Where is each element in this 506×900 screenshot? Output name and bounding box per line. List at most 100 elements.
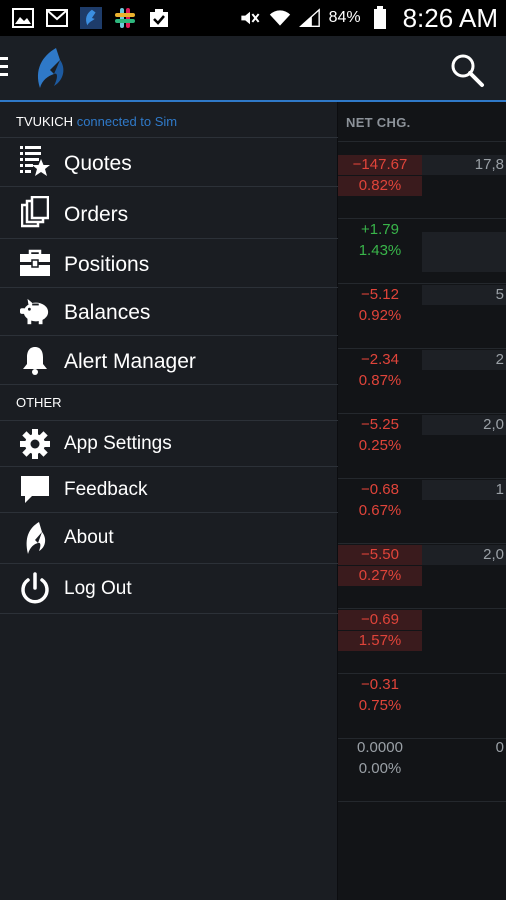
net-change-value: −5.50: [338, 545, 422, 565]
volume-cell: 2,0: [422, 415, 506, 435]
divider: [0, 613, 338, 614]
volume-cell: [422, 232, 506, 272]
row-divider: [338, 413, 506, 414]
power-icon: [20, 572, 50, 604]
menu-item-orders[interactable]: Orders: [0, 187, 338, 238]
net-change-value: −0.69: [338, 610, 422, 630]
table-row[interactable]: −147.67 0.82% 17,8: [338, 155, 506, 219]
net-change-value: −147.67: [338, 155, 422, 175]
net-change-value: −0.68: [361, 481, 399, 498]
gallery-icon: [12, 7, 34, 29]
volume-cell: 2: [422, 350, 506, 370]
net-change-percent: 0.75%: [358, 697, 402, 714]
clock: 8:26 AM: [402, 2, 498, 33]
menu-item-alert-manager[interactable]: Alert Manager: [0, 336, 338, 384]
briefcase-icon: [20, 248, 50, 278]
piggy-bank-icon: [20, 297, 50, 327]
quotes-star-list-icon: [20, 146, 50, 176]
checklist-icon: [148, 7, 170, 29]
notification-icons: [12, 5, 170, 31]
menu-item-balances[interactable]: Balances: [0, 288, 338, 335]
net-change-value: −5.25: [361, 416, 399, 433]
net-change-percent: 0.92%: [358, 307, 402, 324]
row-divider: [338, 478, 506, 479]
table-row[interactable]: −5.12 0.92% 5: [338, 285, 506, 349]
menu-label: Orders: [64, 203, 129, 226]
menu-label: About: [64, 527, 114, 548]
row-divider: [338, 608, 506, 609]
status-bar: 84% 8:26 AM: [0, 0, 506, 36]
gear-icon: [20, 429, 50, 459]
menu-item-positions[interactable]: Positions: [0, 239, 338, 287]
net-change-percent: 0.67%: [358, 502, 402, 519]
net-change-header: NET CHG.: [346, 115, 411, 130]
menu-label: App Settings: [64, 433, 172, 454]
username: TVUKICH: [16, 114, 74, 129]
menu-item-feedback[interactable]: Feedback: [0, 467, 338, 512]
row-divider: [338, 543, 506, 544]
system-icons: 84% 8:26 AM: [239, 0, 498, 36]
volume-cell: 5: [422, 285, 506, 305]
net-change-percent: 0.25%: [358, 437, 402, 454]
orders-documents-icon: [20, 196, 50, 228]
net-change-percent: 0.27%: [338, 566, 422, 586]
menu-icon[interactable]: [0, 57, 8, 79]
battery-percent: 84%: [328, 9, 361, 26]
row-divider: [338, 801, 506, 802]
app-notification-icon: [80, 7, 102, 29]
connection-status: connected to Sim: [76, 114, 178, 129]
net-change-percent: 1.57%: [338, 631, 422, 651]
table-row[interactable]: −0.68 0.67% 1: [338, 480, 506, 544]
table-row[interactable]: −0.69 1.57%: [338, 610, 506, 674]
volume-cell: [422, 610, 506, 630]
battery-icon: [369, 6, 391, 29]
app-logo-icon[interactable]: [30, 46, 72, 92]
net-change-value: −0.31: [361, 676, 399, 693]
section-header-other: OTHER: [16, 395, 62, 410]
volume-cell: [422, 675, 506, 695]
volume-cell: 1: [422, 480, 506, 500]
table-row[interactable]: −5.25 0.25% 2,0: [338, 415, 506, 479]
menu-label: Alert Manager: [64, 350, 196, 373]
net-change-percent: 0.00%: [358, 760, 402, 777]
table-row[interactable]: 0.0000 0.00% 0: [338, 738, 506, 802]
row-divider: [338, 673, 506, 674]
header-divider: [338, 141, 506, 142]
menu-label: Positions: [64, 253, 150, 276]
table-row[interactable]: −5.50 0.27% 2,0: [338, 545, 506, 609]
menu-item-about[interactable]: About: [0, 513, 338, 563]
menu-label: Balances: [64, 301, 151, 324]
net-change-value: 0.0000: [357, 739, 403, 756]
row-divider: [338, 283, 506, 284]
gmail-icon: [46, 7, 68, 29]
search-icon[interactable]: [449, 52, 485, 88]
net-change-value: +1.79: [361, 221, 399, 238]
mute-icon: [239, 7, 261, 29]
menu-label: Log Out: [64, 578, 132, 599]
wifi-icon: [269, 7, 291, 29]
menu-label: Feedback: [64, 479, 148, 500]
net-change-percent: 0.87%: [358, 372, 402, 389]
navigation-drawer: TVUKICH connected to Sim Quotes Orders P…: [0, 102, 338, 900]
app-bar: [0, 36, 506, 102]
speech-bubble-icon: [20, 475, 50, 505]
net-change-value: −5.12: [361, 286, 399, 303]
volume-cell: 2,0: [422, 545, 506, 565]
menu-item-quotes[interactable]: Quotes: [0, 138, 338, 186]
account-status: TVUKICH connected to Sim: [16, 114, 177, 129]
slack-icon: [114, 7, 136, 29]
net-change-percent: 1.43%: [358, 242, 402, 259]
signal-icon: [298, 7, 321, 29]
menu-label: Quotes: [64, 152, 132, 175]
table-row[interactable]: +1.79 1.43%: [338, 220, 506, 284]
volume-cell: 17,8: [422, 155, 506, 175]
app-logo-icon: [20, 521, 50, 555]
divider: [0, 384, 338, 385]
net-change-value: −2.34: [361, 351, 399, 368]
volume-cell: 0: [495, 739, 504, 756]
table-row[interactable]: −0.31 0.75%: [338, 675, 506, 739]
menu-item-log-out[interactable]: Log Out: [0, 564, 338, 613]
table-row[interactable]: −2.34 0.87% 2: [338, 350, 506, 414]
menu-item-app-settings[interactable]: App Settings: [0, 421, 338, 466]
row-divider: [338, 218, 506, 219]
